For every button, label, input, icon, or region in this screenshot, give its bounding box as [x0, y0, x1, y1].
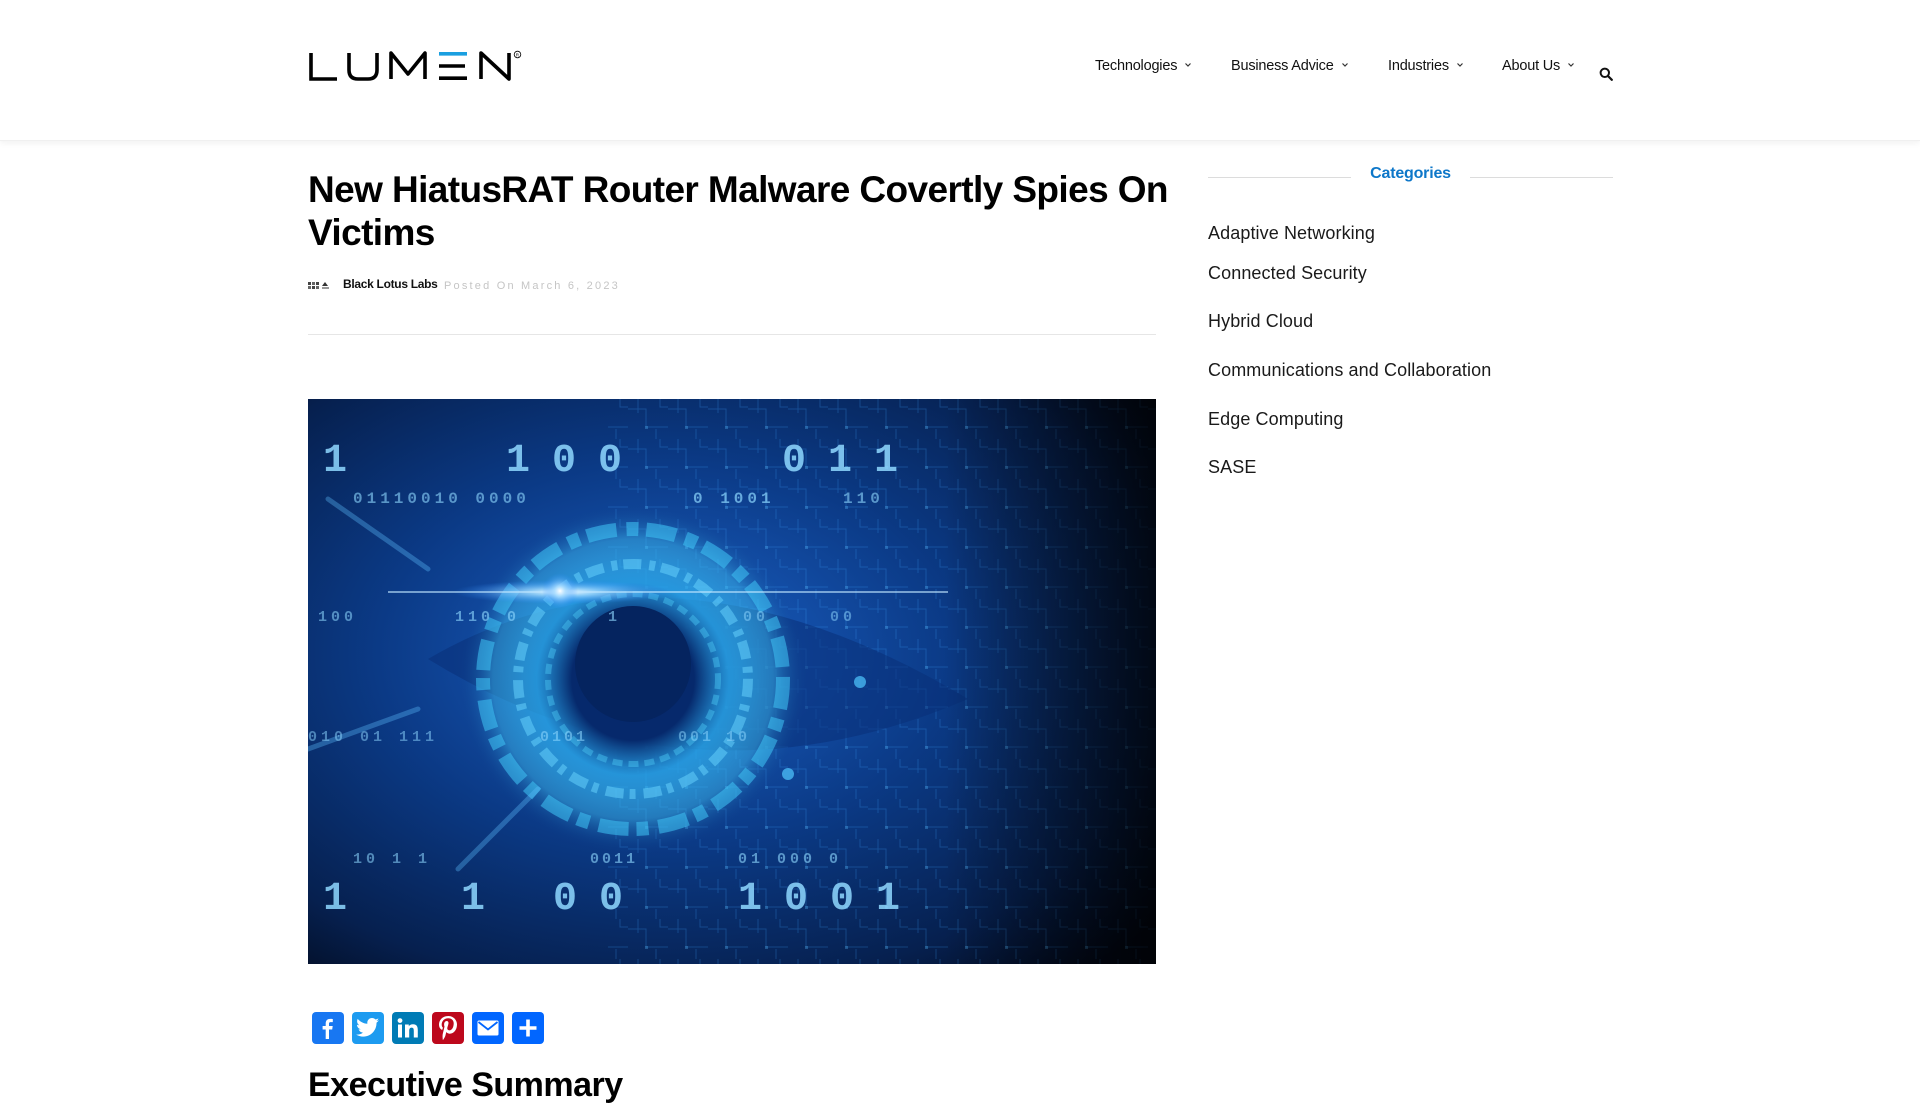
nav-about-us[interactable]: About Us [1502, 58, 1575, 74]
sidebar: Categories Adaptive Networking Connected… [1208, 160, 1613, 477]
chevron-down-icon [1568, 63, 1574, 67]
svg-text:R: R [516, 52, 520, 57]
category-link[interactable]: Adaptive Networking [1208, 223, 1375, 244]
site-header: R Technologies Business Advice Industrie… [0, 0, 1920, 141]
categories-header: Categories [1208, 160, 1613, 190]
share-pinterest-button[interactable] [432, 1012, 464, 1044]
nav-business-advice[interactable]: Business Advice [1231, 58, 1349, 74]
category-link[interactable]: Hybrid Cloud [1208, 311, 1313, 332]
author-name[interactable]: Black Lotus Labs [343, 276, 438, 292]
share-email-button[interactable] [472, 1012, 504, 1044]
category-link[interactable]: Edge Computing [1208, 409, 1344, 430]
hero-image: 1 100 011 01110010 0000 0 1001 110 100 1… [308, 399, 1156, 964]
section-heading: Executive Summary [308, 1066, 623, 1104]
share-more-button[interactable] [512, 1012, 544, 1044]
share-linkedin-button[interactable] [392, 1012, 424, 1044]
divider-line [1470, 177, 1613, 178]
nav-industries[interactable]: Industries [1388, 58, 1464, 74]
pinterest-icon [439, 1016, 457, 1040]
plus-icon [519, 1019, 537, 1037]
nav-technologies[interactable]: Technologies [1095, 58, 1192, 74]
lumen-logo[interactable]: R [309, 50, 523, 82]
email-icon [477, 1020, 499, 1036]
author-avatar[interactable] [308, 281, 330, 291]
cyber-eye-illustration: 1 100 011 01110010 0000 0 1001 110 100 1… [308, 399, 1156, 964]
category-link[interactable]: SASE [1208, 457, 1256, 478]
meta-divider [308, 334, 1156, 335]
nav-label: About Us [1502, 58, 1561, 74]
nav-label: Business Advice [1231, 58, 1334, 74]
posted-date: Posted On March 6, 2023 [444, 280, 620, 292]
nav-label: Industries [1388, 58, 1449, 74]
twitter-icon [356, 1018, 379, 1037]
chevron-down-icon [1456, 63, 1463, 67]
article-title: New HiatusRAT Router Malware Covertly Sp… [308, 169, 1169, 253]
category-link[interactable]: Communications and Collaboration [1208, 360, 1491, 381]
facebook-icon [322, 1018, 333, 1039]
chevron-down-icon [1185, 63, 1192, 67]
share-twitter-button[interactable] [352, 1012, 384, 1044]
search-icon[interactable] [1599, 67, 1613, 81]
category-link[interactable]: Connected Security [1208, 263, 1367, 284]
nav-label: Technologies [1095, 58, 1178, 74]
categories-title: Categories [1370, 165, 1451, 182]
share-facebook-button[interactable] [312, 1012, 344, 1044]
linkedin-icon [397, 1018, 418, 1038]
chevron-down-icon [1341, 63, 1348, 67]
